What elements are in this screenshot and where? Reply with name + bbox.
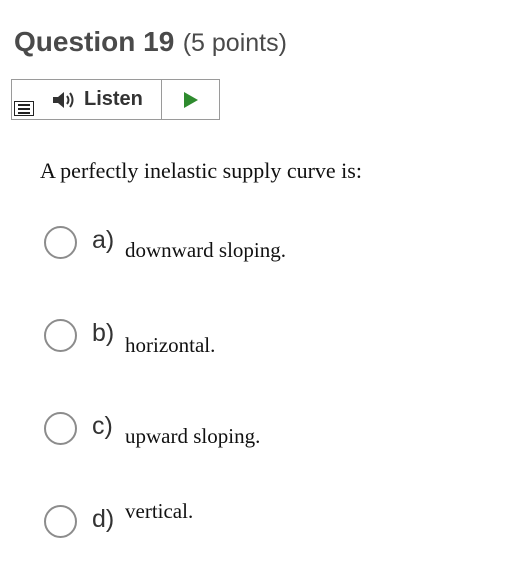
listen-button[interactable]: Listen (40, 80, 162, 119)
option-text: horizontal. (125, 333, 216, 357)
radio-button[interactable] (44, 319, 77, 352)
question-title: Question 19 (14, 26, 175, 57)
listen-label: Listen (84, 88, 143, 110)
option-text: downward sloping. (125, 238, 286, 262)
read-aloud-toolbar: Listen (11, 79, 220, 120)
menu-icon (14, 101, 34, 116)
read-aloud-menu-button[interactable] (12, 80, 40, 119)
option-letter: b) (92, 319, 115, 347)
play-button[interactable] (162, 80, 219, 119)
option-text: upward sloping. (125, 424, 261, 448)
radio-button[interactable] (44, 412, 77, 445)
option-letter: d) (92, 505, 115, 533)
radio-button[interactable] (44, 226, 77, 259)
question-header: Question 19 (5 points) (14, 28, 287, 56)
option-letter: c) (92, 412, 113, 440)
question-prompt: A perfectly inelastic supply curve is: (40, 158, 362, 183)
speaker-icon (53, 91, 74, 108)
question-points: (5 points) (182, 29, 287, 57)
radio-button[interactable] (44, 505, 77, 538)
play-icon (183, 91, 198, 108)
option-text: vertical. (125, 499, 194, 523)
option-letter: a) (92, 226, 115, 254)
